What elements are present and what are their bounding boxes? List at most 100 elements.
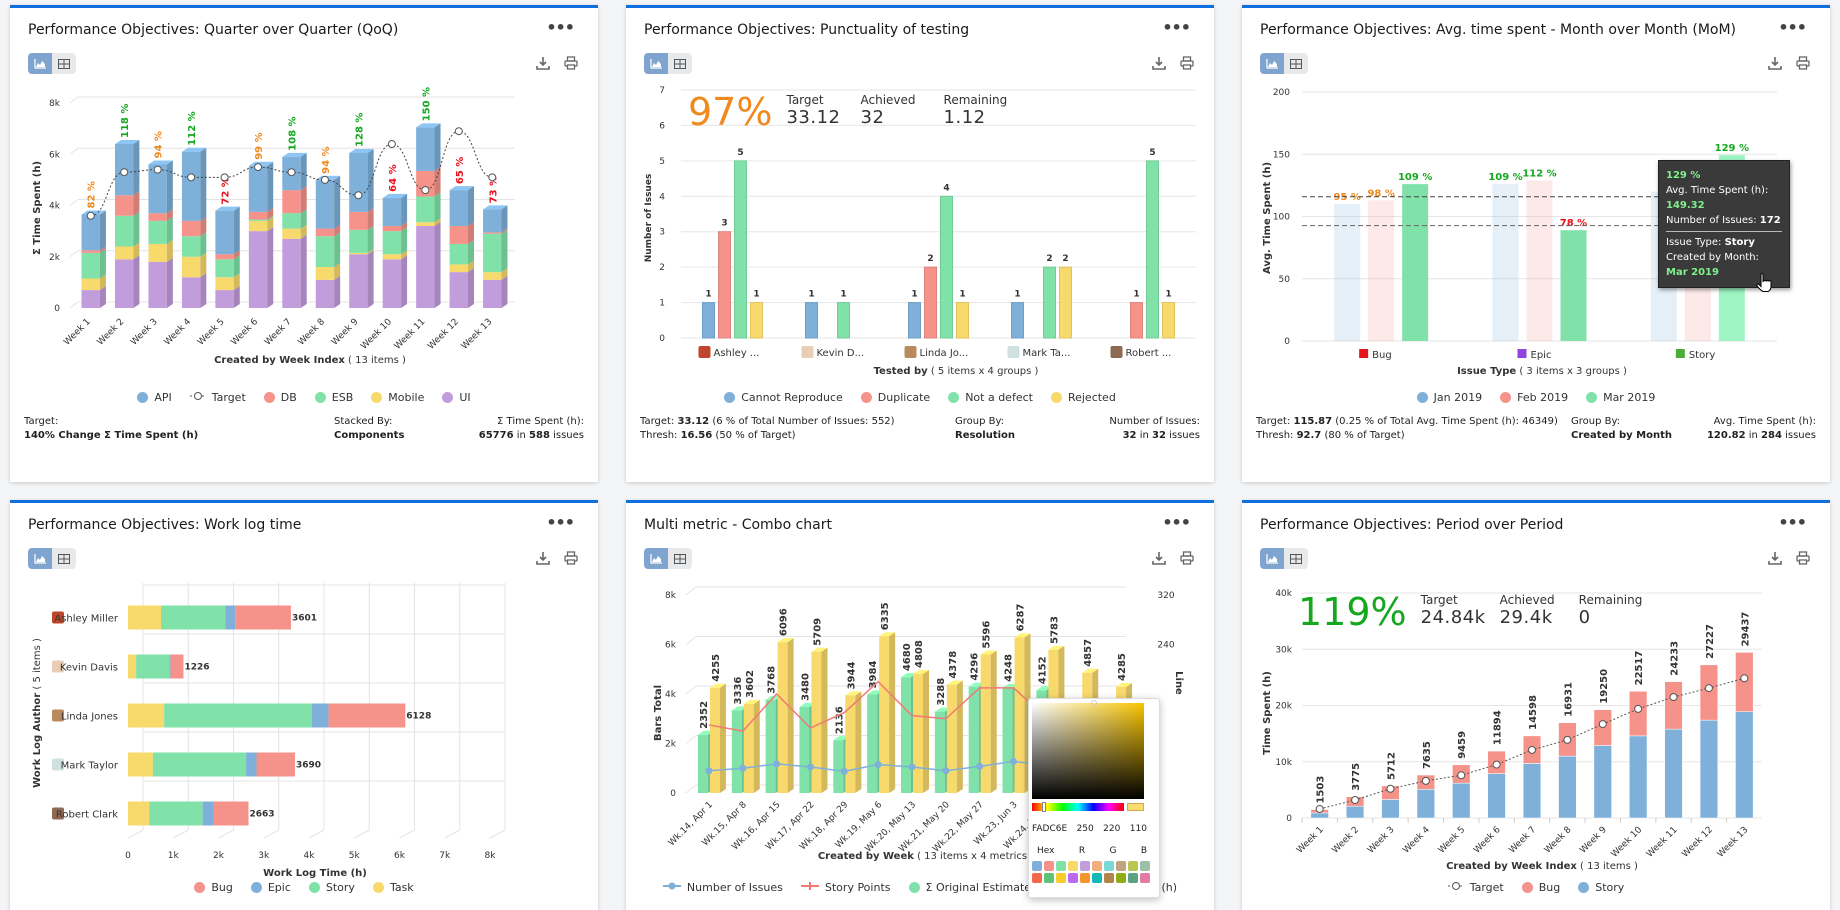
- legend-item[interactable]: Bug: [1521, 881, 1560, 894]
- x-tick-label: Week 3: [1366, 825, 1397, 856]
- chart-tooltip: 129 % Avg. Time Spent (h): 149.32 Number…: [1658, 160, 1790, 288]
- data-label: 98 %: [1367, 188, 1394, 199]
- legend-marker: [250, 882, 262, 893]
- color-swatch[interactable]: [1092, 873, 1102, 883]
- color-swatch[interactable]: [1068, 873, 1078, 883]
- chart-worklog: 0 1k 2k 3k 4k 5k 6k 7k 8k 3601 Ashley Miller 1226 Ke…: [32, 583, 506, 879]
- x-tick-label: 6k: [394, 851, 406, 861]
- legend-item[interactable]: Number of Issues: [662, 881, 783, 894]
- bar-segment: [248, 220, 268, 232]
- legend-item[interactable]: Story: [1578, 881, 1624, 894]
- bar-side: [923, 670, 929, 793]
- legend-label: Number of Issues: [686, 881, 783, 894]
- legend-label: Mar 2019: [1603, 391, 1656, 404]
- tooltip-avg-value: 149.32: [1666, 200, 1705, 211]
- color-swatch[interactable]: [1068, 861, 1078, 871]
- y2-tick-label: 240: [1157, 641, 1174, 651]
- color-swatch[interactable]: [1116, 861, 1126, 871]
- color-swatch[interactable]: [1080, 861, 1090, 871]
- legend-item[interactable]: ESB: [314, 391, 353, 404]
- x-tick-label: Robert ...: [1126, 348, 1172, 359]
- tooltip-type-value: Story: [1724, 237, 1755, 248]
- color-swatch[interactable]: [1140, 861, 1150, 871]
- legend-item[interactable]: UI: [442, 391, 471, 404]
- tooltip-type-label: Issue Type:: [1666, 237, 1725, 248]
- bar-segment: [1487, 773, 1506, 819]
- color-swatch[interactable]: [1116, 873, 1126, 883]
- legend-item[interactable]: Rejected: [1050, 391, 1116, 404]
- legend-label: Feb 2019: [1517, 391, 1569, 404]
- hand-cursor-icon: [1756, 273, 1772, 292]
- legend-item[interactable]: Jan 2019: [1416, 391, 1482, 404]
- y-axis-title: Bars Total: [653, 685, 664, 741]
- y-tick-label: 40k: [1275, 589, 1292, 599]
- tooltip-divider: [1666, 231, 1782, 232]
- color-swatch[interactable]: [1080, 873, 1090, 883]
- b-input[interactable]: 110: [1130, 824, 1147, 834]
- color-swatch[interactable]: [1044, 873, 1054, 883]
- color-swatch[interactable]: [1104, 861, 1114, 871]
- hex-input[interactable]: FADC6E: [1032, 824, 1067, 834]
- data-label: 5: [737, 148, 743, 158]
- color-swatch[interactable]: [1128, 873, 1138, 883]
- kpi-remaining-label: Remaining: [1578, 593, 1643, 607]
- legend-item[interactable]: Target: [189, 391, 246, 404]
- legend-marker: [371, 392, 383, 403]
- y-tick-label: Linda Jones: [61, 712, 118, 723]
- x-tick-label: Week 10: [359, 317, 394, 352]
- legend-item[interactable]: Not a defect: [948, 391, 1033, 404]
- data-label: 2: [927, 254, 933, 264]
- color-swatch[interactable]: [1032, 873, 1042, 883]
- legend-item[interactable]: Epic: [250, 881, 291, 894]
- bar: [1560, 230, 1587, 341]
- legend-item[interactable]: Mobile: [371, 391, 424, 404]
- saturation-value-area[interactable]: [1032, 703, 1144, 799]
- bar-segment: [349, 211, 368, 230]
- color-swatch[interactable]: [1044, 861, 1054, 871]
- data-label: 109 %: [1488, 172, 1522, 183]
- bar-segment: [1558, 755, 1577, 819]
- legend-item[interactable]: DB: [263, 391, 297, 404]
- data-label: 129 %: [1715, 143, 1749, 154]
- legend-item[interactable]: Feb 2019: [1500, 391, 1568, 404]
- hue-slider-handle[interactable]: [1042, 802, 1046, 812]
- legend-item[interactable]: Task: [372, 881, 414, 894]
- color-swatch[interactable]: [1092, 861, 1102, 871]
- color-preview: [1127, 803, 1144, 811]
- bar-segment: [164, 703, 312, 728]
- footer-target-value: 140% Change Σ Time Spent (h): [24, 430, 199, 441]
- legend-marker: [1586, 392, 1598, 403]
- color-swatch[interactable]: [1056, 861, 1066, 871]
- legend-item[interactable]: Mar 2019: [1586, 391, 1655, 404]
- kpi-remaining-label: Remaining: [943, 93, 1008, 107]
- bar-segment: [136, 654, 170, 679]
- bar: [1043, 266, 1056, 339]
- color-swatch[interactable]: [1128, 861, 1138, 871]
- bar-segment: [449, 243, 469, 265]
- r-input[interactable]: 250: [1077, 824, 1094, 834]
- data-label: 5783: [1049, 616, 1060, 644]
- legend-item[interactable]: Bug: [194, 881, 233, 894]
- y-tick-label: 3: [659, 228, 665, 238]
- bar-segment: [215, 259, 234, 278]
- bar-side: [889, 632, 896, 793]
- color-swatch[interactable]: [1140, 873, 1150, 883]
- legend-item[interactable]: Story Points: [800, 881, 891, 894]
- bar-segment-side: [434, 123, 441, 171]
- color-swatch[interactable]: [1056, 873, 1066, 883]
- legend-item[interactable]: Story: [308, 881, 355, 894]
- bar-segment: [282, 228, 301, 239]
- legend-label: DB: [280, 391, 297, 404]
- color-swatch[interactable]: [1104, 873, 1114, 883]
- g-input[interactable]: 220: [1103, 824, 1120, 834]
- data-label: 4: [943, 183, 949, 193]
- bar: [924, 266, 937, 339]
- legend-item[interactable]: Duplicate: [860, 391, 930, 404]
- legend-item[interactable]: Target: [1447, 881, 1504, 894]
- legend-item[interactable]: Cannot Reproduce: [724, 391, 843, 404]
- color-swatch[interactable]: [1032, 861, 1042, 871]
- legend-marker: [948, 392, 960, 403]
- legend-item[interactable]: API: [137, 391, 172, 404]
- issue-type-icon: [1675, 349, 1685, 358]
- picker-handle[interactable]: [1091, 700, 1097, 706]
